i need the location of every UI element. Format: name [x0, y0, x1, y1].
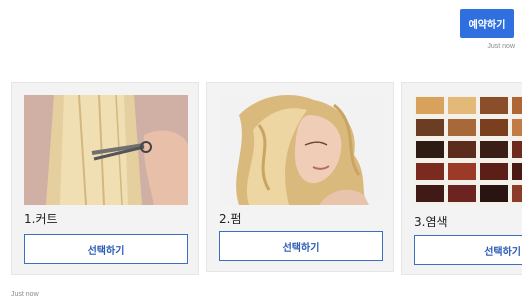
service-card-color: 3.염색 선택하기: [401, 82, 522, 275]
service-card-cut: 1.커트 선택하기: [11, 82, 199, 275]
wavy-hair-photo: [219, 95, 383, 205]
footer-timestamp: Just now: [11, 291, 39, 298]
reserve-timestamp: Just now: [487, 43, 515, 50]
select-button[interactable]: 선택하기: [24, 234, 188, 264]
service-card-perm: 2.펌 선택하기: [206, 82, 394, 272]
service-title: 1.커트: [24, 212, 58, 226]
reserve-button[interactable]: 예약하기: [460, 9, 514, 38]
select-button[interactable]: 선택하기: [414, 235, 522, 265]
service-title: 3.염색: [414, 215, 448, 229]
haircut-photo: [24, 95, 188, 205]
service-title: 2.펌: [219, 212, 242, 226]
select-button[interactable]: 선택하기: [219, 231, 383, 261]
hair-color-swatches: [414, 95, 522, 205]
